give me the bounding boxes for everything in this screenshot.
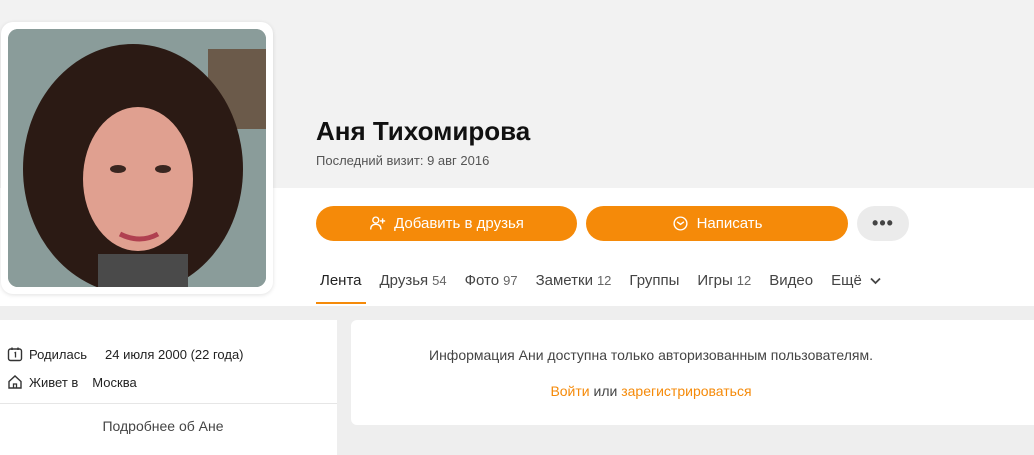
tab-photos[interactable]: Фото 97 xyxy=(465,272,518,306)
add-user-icon xyxy=(370,216,386,230)
tab-count: 12 xyxy=(596,273,612,288)
tab-count: 54 xyxy=(432,273,447,288)
born-label: Родилась xyxy=(29,346,87,362)
auth-line: Войти или зарегистрироваться xyxy=(351,383,951,399)
message-label: Написать xyxy=(696,215,763,232)
restricted-card xyxy=(351,320,1034,425)
tab-label: Ещё xyxy=(831,272,862,289)
register-link[interactable]: зарегистрироваться xyxy=(621,383,751,399)
tab-label: Видео xyxy=(769,272,814,289)
tab-notes[interactable]: Заметки 12 xyxy=(536,272,612,306)
born-value: 24 июля 2000 (22 года) xyxy=(105,346,244,362)
lives-label: Живет в xyxy=(29,374,79,390)
avatar[interactable] xyxy=(8,29,266,287)
envelope-icon xyxy=(673,216,688,231)
lives-row: Живет в Москва xyxy=(7,374,137,390)
profile-name: Аня Тихомирова xyxy=(316,116,531,146)
message-button[interactable]: Написать xyxy=(586,206,848,241)
tab-label: Друзья xyxy=(379,272,429,289)
tab-label: Заметки xyxy=(535,272,593,289)
tab-feed[interactable]: Лента xyxy=(316,272,365,306)
divider xyxy=(0,403,337,404)
profile-tabs: Лента Друзья 54 Фото 97 Заметки 12 Группы И… xyxy=(316,272,899,306)
restricted-message: Информация Ани доступна только авторизов… xyxy=(429,347,873,363)
tab-friends[interactable]: Друзья 54 xyxy=(380,272,447,306)
tab-games[interactable]: Игры 12 xyxy=(697,272,751,306)
tab-label: Игры xyxy=(697,272,733,289)
more-dots-icon: ••• xyxy=(872,213,894,233)
add-friend-label: Добавить в друзья xyxy=(394,215,524,232)
login-link[interactable]: Войти xyxy=(550,383,589,399)
add-friend-button[interactable]: Добавить в друзья xyxy=(316,206,577,241)
calendar-icon xyxy=(7,347,23,362)
tab-count: 12 xyxy=(736,273,752,288)
avatar-photo xyxy=(8,29,266,287)
last-visit: Последний визит: 9 авг 2016 xyxy=(316,153,490,168)
tab-more[interactable]: Ещё xyxy=(831,272,881,306)
home-icon xyxy=(8,375,22,389)
born-row: Родилась 24 июля 2000 (22 года) xyxy=(7,346,244,362)
tab-video[interactable]: Видео xyxy=(769,272,813,306)
tab-label: Группы xyxy=(629,272,680,289)
tab-label: Лента xyxy=(320,272,362,289)
chevron-down-icon xyxy=(870,277,881,285)
tab-groups[interactable]: Группы xyxy=(629,272,679,306)
or-text: или xyxy=(593,383,618,399)
more-actions-button[interactable]: ••• xyxy=(857,206,909,241)
lives-value[interactable]: Москва xyxy=(92,375,136,390)
more-about-link[interactable]: Подробнее об Ане xyxy=(0,418,326,434)
tab-label: Фото xyxy=(464,272,500,289)
tab-count: 97 xyxy=(503,273,518,288)
